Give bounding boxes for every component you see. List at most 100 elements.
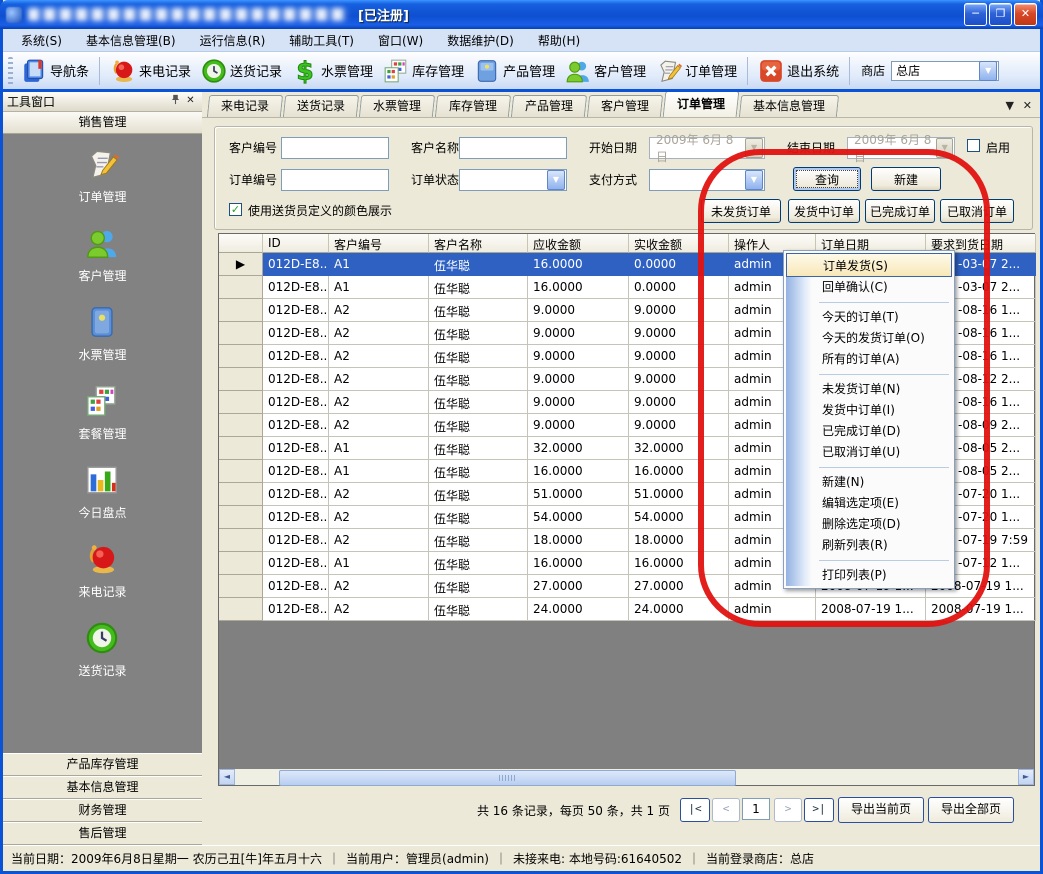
menubar-item[interactable]: 帮助(H): [526, 30, 592, 51]
next-page-button[interactable]: >: [774, 798, 802, 822]
customer-no-input[interactable]: [281, 137, 389, 159]
tab-8[interactable]: 基本信息管理: [739, 95, 839, 117]
context-menu-item[interactable]: 打印列表(P): [786, 565, 952, 586]
row-selector[interactable]: [219, 322, 263, 345]
chevron-down-icon[interactable]: ▼: [745, 170, 763, 190]
tab-list-dropdown-icon[interactable]: ▼: [1006, 99, 1014, 112]
row-selector[interactable]: [219, 414, 263, 437]
status-filter-button-2[interactable]: 发货中订单: [788, 199, 860, 223]
maximize-button[interactable]: ❐: [989, 3, 1012, 26]
pin-icon[interactable]: [168, 94, 183, 109]
row-selector[interactable]: [219, 391, 263, 414]
row-selector[interactable]: [219, 368, 263, 391]
sidebar-item-order-scroll[interactable]: 订单管理: [78, 147, 126, 205]
menubar-item[interactable]: 辅助工具(T): [277, 30, 366, 51]
column-header-receivable[interactable]: 应收金额: [528, 234, 629, 253]
scroll-right-icon[interactable]: ►: [1018, 769, 1034, 785]
row-selector[interactable]: [219, 437, 263, 460]
sidebar-item-clock[interactable]: 送货记录: [78, 621, 126, 679]
sidebar-item-grid[interactable]: 套餐管理: [78, 384, 126, 442]
context-menu-item[interactable]: 回单确认(C): [786, 277, 952, 298]
chevron-down-icon[interactable]: ▼: [979, 61, 997, 81]
status-filter-button-1[interactable]: 未发货订单: [701, 199, 781, 223]
tab-5[interactable]: 产品管理: [511, 95, 587, 117]
menubar-item[interactable]: 基本信息管理(B): [74, 30, 188, 51]
prev-page-button[interactable]: <: [712, 798, 740, 822]
chevron-down-icon[interactable]: ▼: [547, 170, 565, 190]
last-page-button[interactable]: >|: [804, 798, 834, 822]
tab-1[interactable]: 来电记录: [207, 95, 283, 117]
menubar-item[interactable]: 运行信息(R): [188, 30, 278, 51]
tab-close-icon[interactable]: ✕: [1023, 99, 1032, 112]
context-menu-item[interactable]: 删除选定项(D): [786, 514, 952, 535]
order-status-select[interactable]: ▼: [459, 169, 567, 191]
row-selector[interactable]: ▶: [219, 253, 263, 276]
scroll-left-icon[interactable]: ◄: [219, 769, 235, 785]
page-number-input[interactable]: 1: [742, 798, 770, 820]
toolbar-button-people[interactable]: 客户管理: [560, 55, 651, 87]
row-selector[interactable]: [219, 598, 263, 621]
column-header-received[interactable]: 实收金额: [629, 234, 729, 253]
row-selector[interactable]: [219, 483, 263, 506]
row-selector[interactable]: [219, 552, 263, 575]
context-menu-item[interactable]: 已完成订单(D): [786, 421, 952, 442]
sidebar-item-people[interactable]: 客户管理: [78, 226, 126, 284]
export-current-page-button[interactable]: 导出当前页: [838, 797, 924, 823]
toolbar-button-alarm-bell[interactable]: 来电记录: [105, 55, 196, 87]
close-icon[interactable]: ✕: [183, 94, 198, 109]
row-selector[interactable]: [219, 506, 263, 529]
tab-2[interactable]: 送货记录: [283, 95, 359, 117]
table-row[interactable]: 012D-E8...A2伍华聪24.000024.0000admin2008-0…: [219, 598, 1034, 621]
context-menu-item[interactable]: 订单发货(S): [786, 253, 952, 277]
toolbar-button-dollar[interactable]: $水票管理: [287, 55, 378, 87]
row-selector[interactable]: [219, 299, 263, 322]
column-header-selector[interactable]: [219, 234, 263, 253]
first-page-button[interactable]: |<: [680, 798, 710, 822]
toolbar-button-grid[interactable]: 库存管理: [378, 55, 469, 87]
toolbar-button-nav-book[interactable]: 导航条: [16, 55, 94, 87]
column-header-customer_name[interactable]: 客户名称: [429, 234, 528, 253]
column-header-id[interactable]: ID: [263, 234, 329, 253]
toolbar-button-clock[interactable]: 送货记录: [196, 55, 287, 87]
status-filter-button-4[interactable]: 已取消订单: [940, 199, 1014, 223]
context-menu-item[interactable]: 今天的发货订单(O): [786, 328, 952, 349]
end-date-picker[interactable]: 2009年 6月 8日▼: [847, 137, 955, 159]
enable-checkbox[interactable]: [967, 139, 980, 152]
menubar-item[interactable]: 数据维护(D): [435, 30, 526, 51]
sidebar-group-sales[interactable]: 销售管理: [3, 112, 202, 134]
sidebar-group-button[interactable]: 财务管理: [3, 799, 202, 822]
tab-6[interactable]: 客户管理: [587, 95, 663, 117]
start-date-picker[interactable]: 2009年 6月 8日▼: [649, 137, 765, 159]
context-menu-item[interactable]: 发货中订单(I): [786, 400, 952, 421]
minimize-button[interactable]: ─: [964, 3, 987, 26]
payment-select[interactable]: ▼: [649, 169, 765, 191]
context-menu-item[interactable]: 未发货订单(N): [786, 379, 952, 400]
row-selector[interactable]: [219, 345, 263, 368]
menubar-item[interactable]: 窗口(W): [366, 30, 435, 51]
toolbar-button-product-box[interactable]: 产品管理: [469, 55, 560, 87]
sidebar-item-chart[interactable]: 今日盘点: [78, 463, 126, 521]
row-selector[interactable]: [219, 460, 263, 483]
row-selector[interactable]: [219, 529, 263, 552]
tab-3[interactable]: 水票管理: [359, 95, 435, 117]
sidebar-item-alarm-bell[interactable]: 来电记录: [78, 542, 126, 600]
sidebar-group-button[interactable]: 产品库存管理: [3, 753, 202, 776]
context-menu-item[interactable]: 已取消订单(U): [786, 442, 952, 463]
customer-name-input[interactable]: [459, 137, 567, 159]
query-button[interactable]: 查询: [793, 167, 861, 191]
export-all-pages-button[interactable]: 导出全部页: [928, 797, 1014, 823]
context-menu-item[interactable]: 所有的订单(A): [786, 349, 952, 370]
context-menu-item[interactable]: 新建(N): [786, 472, 952, 493]
row-selector[interactable]: [219, 575, 263, 598]
sidebar-item-water-card[interactable]: 水票管理: [78, 305, 126, 363]
context-menu-item[interactable]: 刷新列表(R): [786, 535, 952, 556]
toolbar-button-exit-x[interactable]: 退出系统: [753, 55, 844, 87]
status-filter-button-3[interactable]: 已完成订单: [865, 199, 935, 223]
tab-7[interactable]: 订单管理: [663, 91, 740, 117]
sidebar-group-button[interactable]: 售后管理: [3, 822, 202, 845]
close-button[interactable]: ✕: [1014, 3, 1037, 26]
sidebar-group-button[interactable]: 基本信息管理: [3, 776, 202, 799]
toolbar-button-order-scroll[interactable]: 订单管理: [651, 55, 742, 87]
color-display-checkbox[interactable]: ✓: [229, 203, 242, 216]
menubar-item[interactable]: 系统(S): [9, 30, 74, 51]
